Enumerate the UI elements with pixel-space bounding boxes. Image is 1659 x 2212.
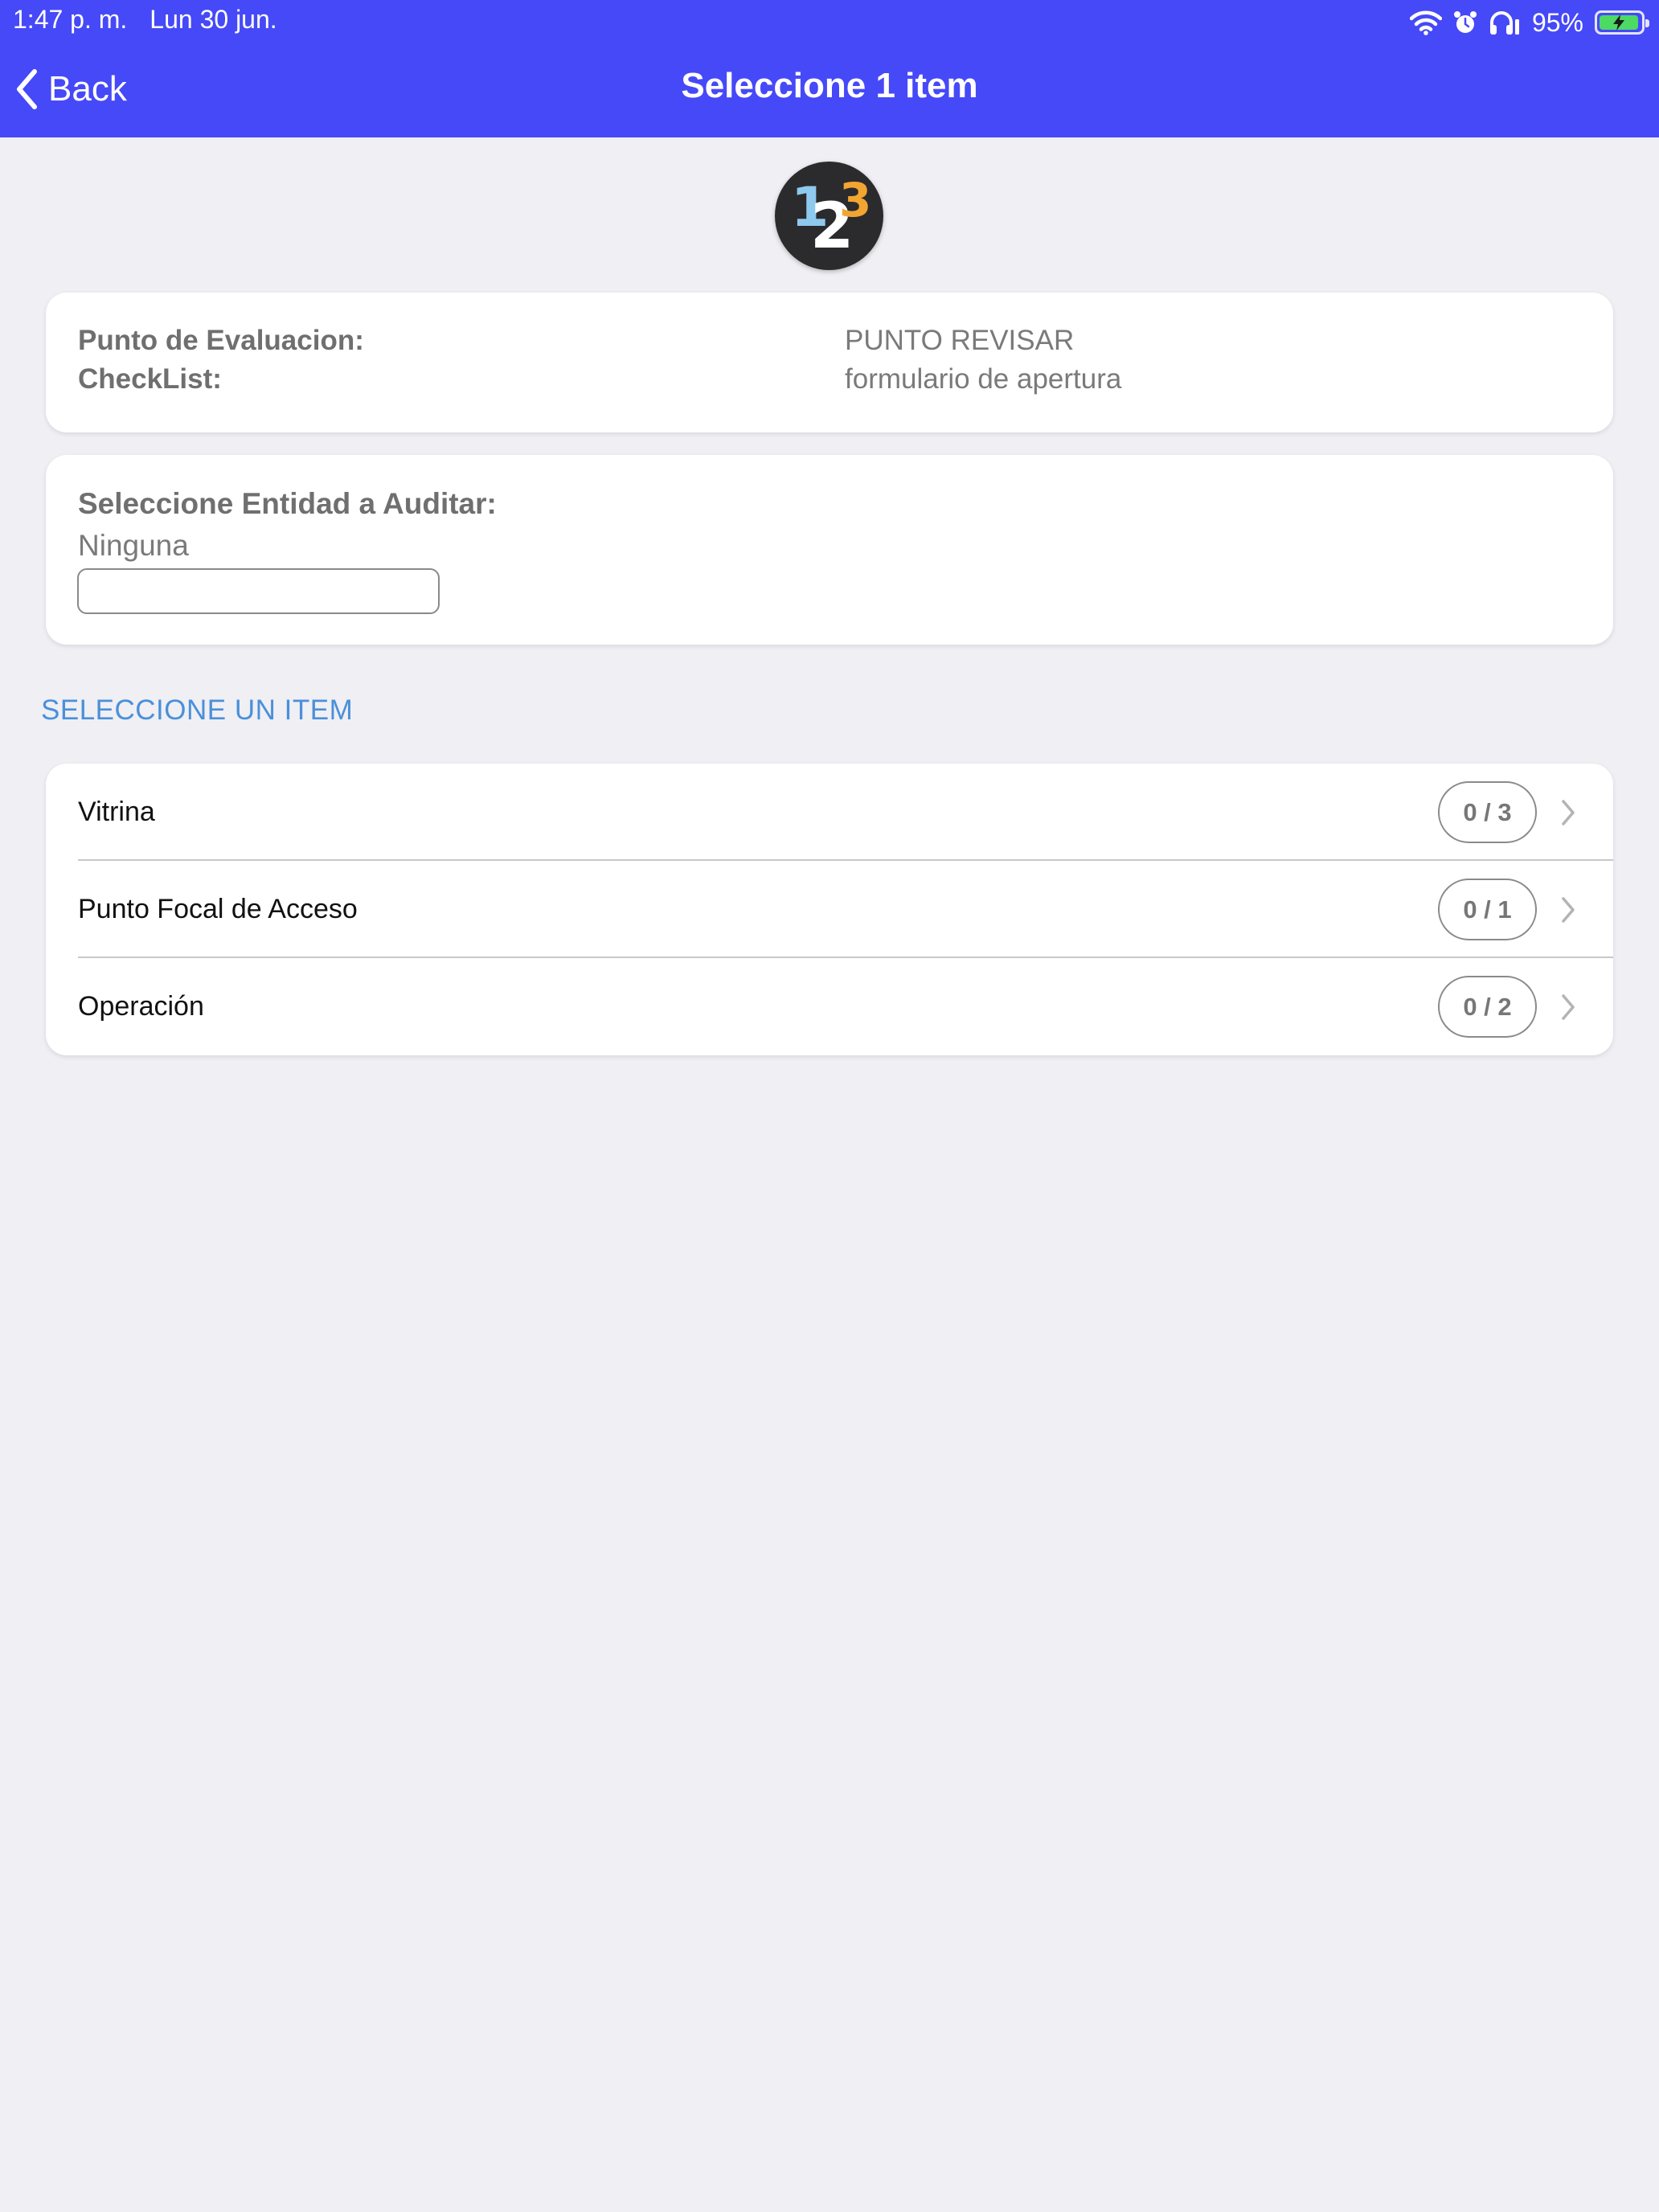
status-time: 1:47 p. m.	[13, 5, 128, 34]
evaluation-info-card: Punto de Evaluacion: PUNTO REVISAR Check…	[46, 293, 1613, 432]
entity-card: Seleccione Entidad a Auditar: Ninguna	[46, 455, 1613, 645]
app-logo: 1 2 3	[775, 162, 883, 270]
logo-digit-3: 3	[839, 173, 872, 227]
entity-selected-value: Ninguna	[78, 529, 189, 562]
progress-badge: 0 / 1	[1438, 879, 1537, 940]
progress-badge: 0 / 3	[1438, 781, 1537, 843]
status-date: Lun 30 jun.	[150, 5, 277, 34]
entity-input[interactable]	[77, 568, 440, 614]
list-item[interactable]: Vitrina 0 / 3	[46, 764, 1613, 861]
section-header: SELECCIONE UN ITEM	[41, 694, 354, 726]
alarm-icon	[1453, 10, 1477, 35]
chevron-right-icon	[1562, 994, 1575, 1020]
wifi-icon	[1409, 10, 1442, 35]
checklist-value: formulario de apertura	[845, 363, 1122, 395]
page-title: Seleccione 1 item	[681, 66, 978, 105]
battery-icon	[1595, 10, 1649, 35]
list-item[interactable]: Punto Focal de Acceso 0 / 1	[46, 861, 1613, 958]
item-list: Vitrina 0 / 3 Punto Focal de Acceso 0 / …	[46, 764, 1613, 1055]
punto-evaluacion-value: PUNTO REVISAR	[845, 325, 1075, 356]
list-item-label: Vitrina	[78, 797, 155, 827]
top-bar: 1:47 p. m. Lun 30 jun. 95% Back Seleccio…	[0, 0, 1659, 137]
list-item-label: Operación	[78, 991, 204, 1022]
battery-percent: 95%	[1531, 7, 1583, 37]
punto-evaluacion-label: Punto de Evaluacion:	[78, 325, 364, 356]
headphones-icon	[1489, 10, 1521, 35]
battery-level	[1600, 14, 1638, 31]
entity-label: Seleccione Entidad a Auditar:	[78, 487, 497, 520]
list-item-label: Punto Focal de Acceso	[78, 894, 358, 924]
status-bar-left: 1:47 p. m. Lun 30 jun.	[13, 5, 277, 35]
charging-bolt-icon	[1612, 14, 1624, 31]
chevron-right-icon	[1562, 800, 1575, 825]
checklist-label: CheckList:	[78, 363, 222, 395]
status-bar-right: 95%	[1409, 6, 1649, 39]
list-item[interactable]: Operación 0 / 2	[46, 958, 1613, 1055]
progress-badge: 0 / 2	[1438, 976, 1537, 1038]
chevron-right-icon	[1562, 897, 1575, 923]
